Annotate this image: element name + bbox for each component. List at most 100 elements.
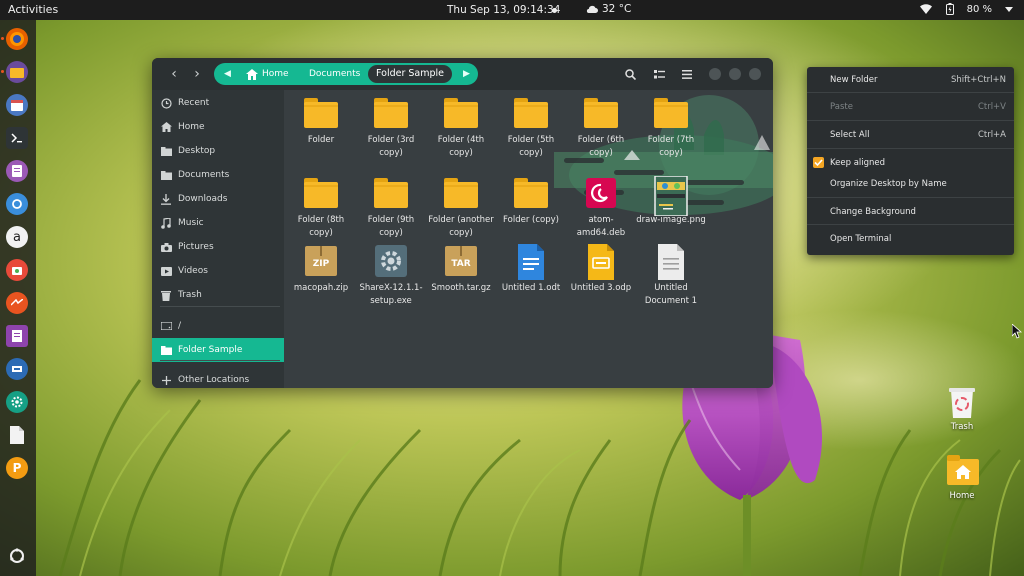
back-button[interactable]: ‹ [166,66,182,82]
folder-item[interactable]: Folder (another copy) [426,176,496,240]
trash-icon [160,289,172,301]
file-item[interactable]: Untitled Document 1 [636,244,706,308]
folder-item[interactable]: Folder (4th copy) [426,96,496,160]
menu-item-open-terminal[interactable]: Open Terminal [807,229,1014,251]
checkbox-checked-icon[interactable] [813,157,824,168]
path-scroll-left-icon[interactable]: ◀ [224,63,231,85]
odt-file-icon [513,244,549,280]
folder-icon [513,96,549,130]
menu-button[interactable] [680,67,694,81]
desktop-trash[interactable]: Trash [932,386,992,432]
view-toggle-button[interactable] [652,67,666,81]
system-tray[interactable]: 80 % [919,2,1016,16]
forward-button[interactable]: › [189,66,205,82]
folder-item[interactable]: Folder (7th copy) [636,96,706,160]
file-item[interactable]: ShareX-12.1.1-setup.exe [356,244,426,308]
sidebar-item-music[interactable]: Music [152,211,284,235]
maximize-button[interactable] [729,68,741,80]
terminal-icon[interactable] [6,127,28,149]
folder-item[interactable]: Folder [286,96,356,147]
sidebar-item-home[interactable]: Home [152,115,284,139]
desktop-home[interactable]: Home [932,455,992,501]
file-item[interactable]: atom-amd64.deb [566,176,636,240]
path-home[interactable]: Home [246,63,289,85]
file-item[interactable]: Untitled 1.odt [496,244,566,295]
menu-item-keep-aligned[interactable]: Keep aligned [807,153,1014,175]
search-icon [624,68,636,80]
sidebar-item-pictures[interactable]: Pictures [152,235,284,259]
sync-icon[interactable] [6,193,28,215]
path-bar: ◀ Home Documents Folder Sample ▶ [214,63,478,85]
sidebar-item-folder-sample[interactable]: Folder Sample [152,338,284,362]
folder-icon [513,176,549,210]
sidebar-item-root[interactable]: / [152,314,284,338]
libreoffice-writer-icon[interactable] [6,325,28,347]
sidebar-item-label: Folder Sample [178,345,243,355]
files-icon[interactable] [6,61,28,83]
file-item[interactable]: draw-image.png [636,175,706,227]
home-icon [160,121,172,133]
path-current-folder[interactable]: Folder Sample [368,65,452,83]
file-item[interactable]: TAR Smooth.tar.gz [426,244,496,295]
text-file-icon[interactable] [6,424,28,446]
battery-percentage: 80 % [966,3,992,15]
menu-item-select-all[interactable]: Select All Ctrl+A [807,125,1014,147]
menu-item-new-folder[interactable]: New Folder Shift+Ctrl+N [807,70,1014,92]
file-view[interactable]: Folder Folder (3rd copy) Folder (4th copy)… [284,90,773,388]
folder-icon [160,344,172,356]
clock-icon [160,97,172,109]
wifi-icon[interactable] [919,2,933,16]
search-button[interactable] [623,67,637,81]
firefox-icon[interactable] [6,28,28,50]
document-viewer-icon[interactable] [6,160,28,182]
sidebar-item-other-locations[interactable]: Other Locations [152,368,284,388]
path-home-label: Home [262,69,289,79]
amazon-icon[interactable]: a [6,226,28,248]
synaptic-icon[interactable] [6,358,28,380]
desktop-trash-label: Trash [950,422,974,432]
sidebar-item-label: Videos [178,266,208,276]
weather-indicator[interactable]: 32 °C [586,3,631,15]
file-item[interactable]: Untitled 3.odp [566,244,636,295]
menu-item-label: New Folder [830,75,878,85]
battery-icon[interactable] [943,2,957,16]
activities-button[interactable]: Activities [8,3,58,16]
list-view-icon [653,69,665,78]
close-button[interactable] [749,68,761,80]
sidebar-item-trash[interactable]: Trash [152,283,284,307]
poedit-icon[interactable]: P [6,457,28,479]
calendar-icon[interactable] [6,94,28,116]
path-documents[interactable]: Documents [309,63,360,85]
software-icon[interactable] [6,259,28,281]
folder-item[interactable]: Folder (6th copy) [566,96,636,160]
zip-badge: ZIP [312,259,330,269]
ubuntu-icon[interactable] [6,545,28,567]
path-scroll-right-icon[interactable]: ▶ [463,63,470,85]
settings-icon[interactable] [6,391,28,413]
folder-item[interactable]: Folder (3rd copy) [356,96,426,160]
places-sidebar: Recent Home Desktop Documents Downloads Music… [152,90,284,388]
mouse-cursor [1012,324,1022,339]
documents-folder-icon [160,169,172,181]
folder-item[interactable]: Folder (copy) [496,176,566,227]
system-menu-arrow-icon[interactable] [1002,2,1016,16]
network-icon[interactable] [6,292,28,314]
minimize-button[interactable] [709,68,721,80]
sidebar-item-recent[interactable]: Recent [152,91,284,115]
cloud-icon [586,5,598,13]
menu-item-label: Keep aligned [830,158,886,168]
menu-item-change-background[interactable]: Change Background [807,202,1014,224]
folder-item[interactable]: Folder (9th copy) [356,176,426,240]
folder-item[interactable]: Folder (5th copy) [496,96,566,160]
sidebar-item-videos[interactable]: Videos [152,259,284,283]
file-name-label: Folder (another copy) [428,215,494,238]
folder-item[interactable]: Folder (8th copy) [286,176,356,240]
sidebar-item-downloads[interactable]: Downloads [152,187,284,211]
clock[interactable]: Thu Sep 13, 09:14:34 [447,4,560,16]
txt-file-icon [653,244,689,280]
sidebar-item-desktop[interactable]: Desktop [152,139,284,163]
folder-icon [373,176,409,210]
file-item[interactable]: ZIP macopah.zip [286,244,356,295]
sidebar-item-documents[interactable]: Documents [152,163,284,187]
menu-item-organize-desktop-by-name[interactable]: Organize Desktop by Name [807,174,1014,196]
